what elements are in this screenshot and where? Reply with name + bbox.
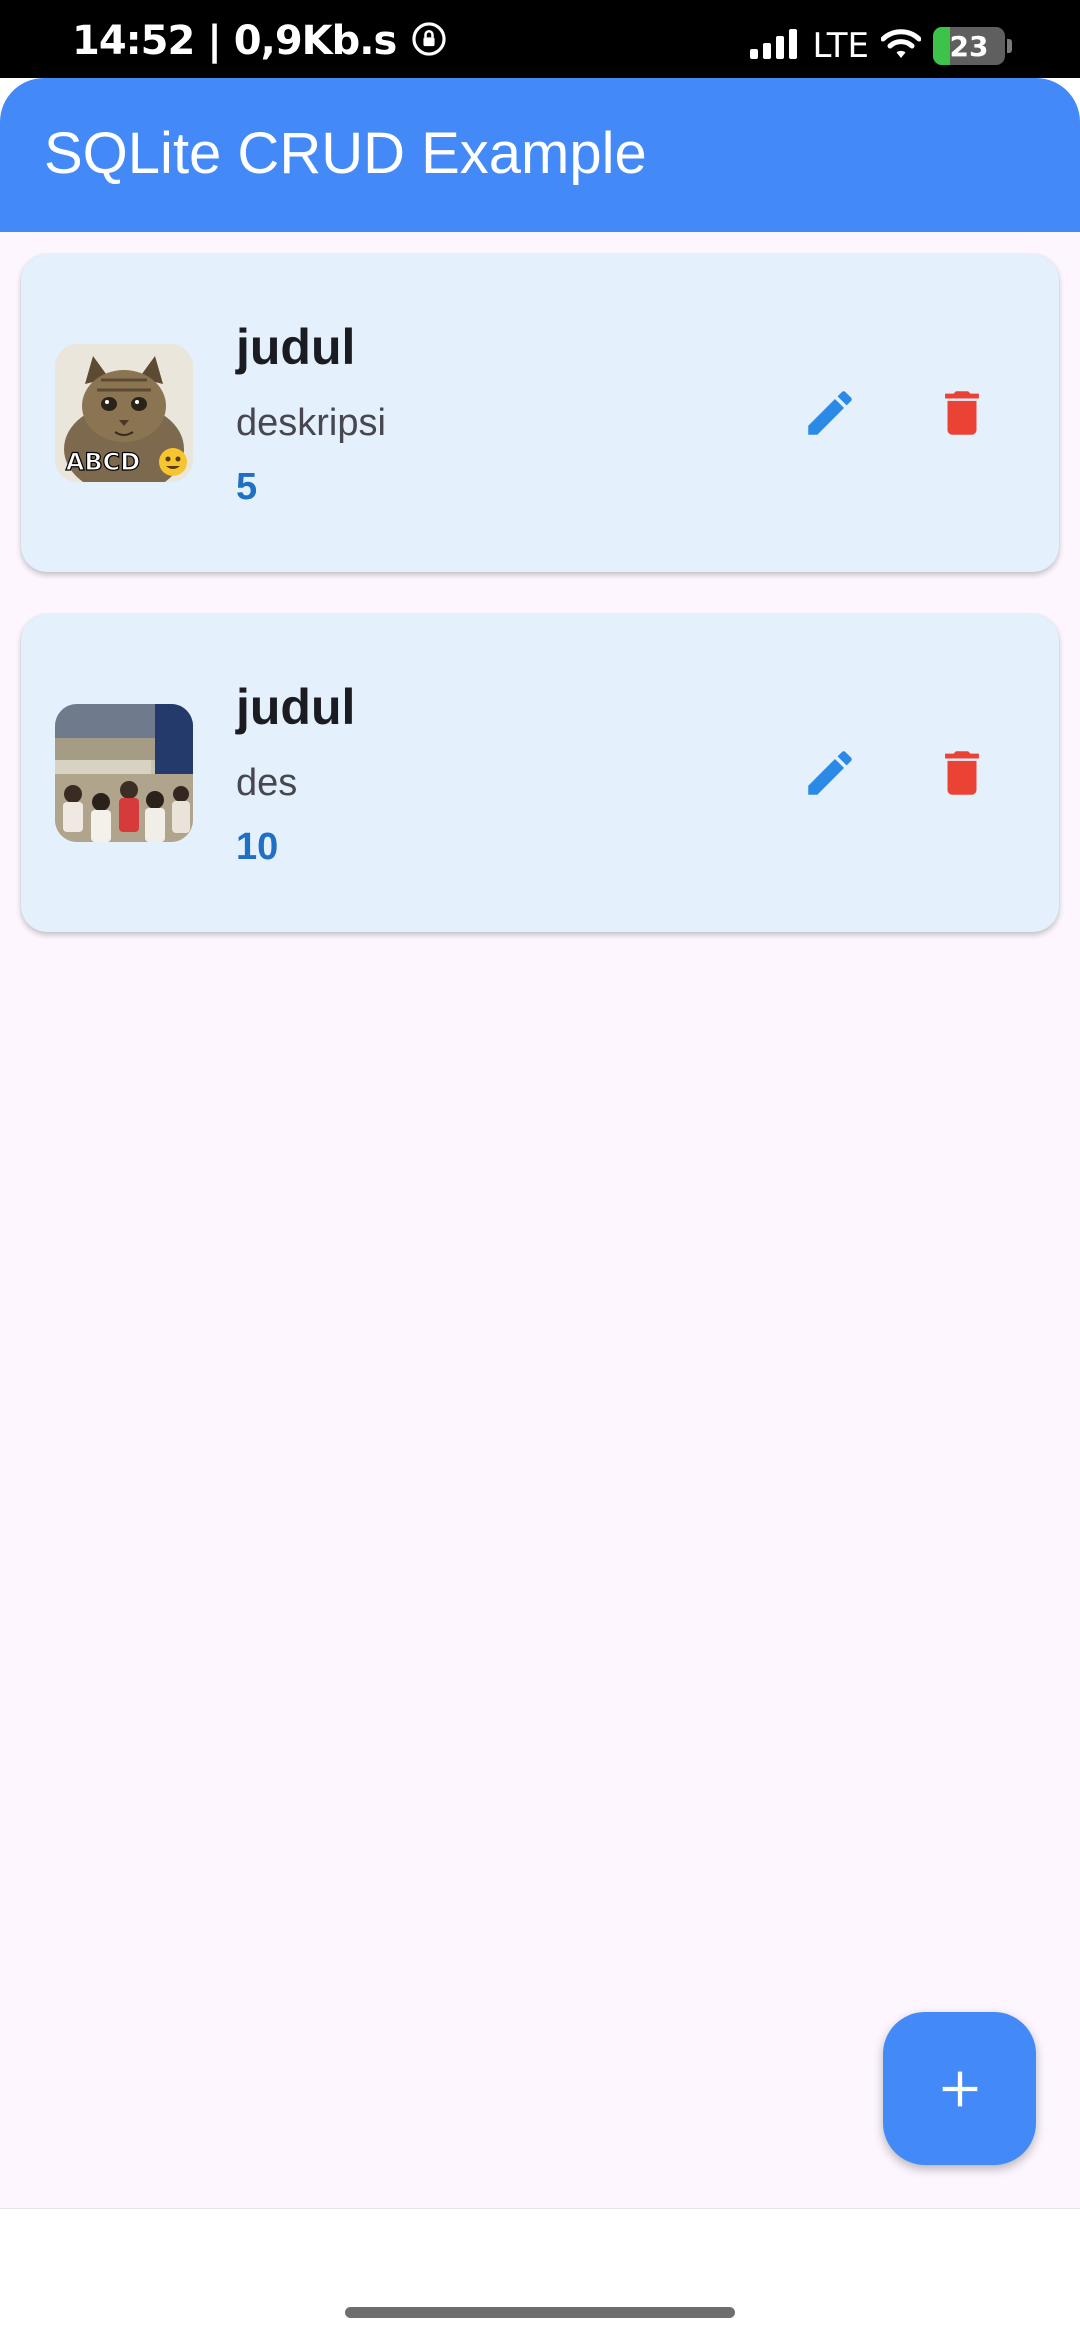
battery-indicator: 23 — [933, 27, 1005, 65]
item-thumbnail — [55, 704, 193, 842]
thumbnail-caption: ABCD — [66, 448, 140, 476]
item-quantity: 5 — [236, 466, 258, 508]
trash-icon — [945, 391, 979, 435]
item-description: deskripsi — [236, 402, 386, 444]
status-right: LTE 23 — [750, 26, 1012, 66]
pencil-icon — [808, 751, 852, 795]
list-item[interactable]: ABCD judul deskripsi 5 — [21, 254, 1059, 572]
app-bar: SQLite CRUD Example — [0, 78, 1080, 232]
wifi-icon — [880, 28, 922, 65]
signal-icon — [750, 28, 800, 64]
item-title: judul — [236, 319, 356, 375]
trash-icon — [945, 751, 979, 795]
item-thumbnail: ABCD — [55, 344, 193, 482]
item-list: ABCD judul deskripsi 5 judul des 10 — [0, 232, 1080, 2208]
add-item-button[interactable] — [883, 2012, 1036, 2165]
rotation-lock-icon — [410, 20, 448, 63]
pencil-icon — [808, 391, 852, 435]
edit-button[interactable] — [787, 370, 873, 456]
status-time: 14:52 | 0,9Kb.s — [72, 18, 397, 64]
status-bar: 14:52 | 0,9Kb.s LTE 23 — [0, 0, 1080, 78]
item-description: des — [236, 762, 298, 804]
cat-meme-image: ABCD — [55, 344, 193, 482]
list-item[interactable]: judul des 10 — [21, 614, 1059, 932]
home-indicator[interactable] — [345, 2307, 735, 2318]
edit-button[interactable] — [787, 730, 873, 816]
item-quantity: 10 — [236, 826, 279, 868]
battery-fill — [933, 27, 950, 65]
battery-level: 23 — [949, 29, 989, 63]
network-type: LTE — [812, 26, 869, 66]
app-screen: 14:52 | 0,9Kb.s LTE 23 SQLite CRUD Examp… — [0, 0, 1080, 2340]
status-left: 14:52 | 0,9Kb.s — [72, 18, 448, 64]
delete-button[interactable] — [919, 370, 1005, 456]
item-title: judul — [236, 679, 356, 735]
gesture-area — [0, 2208, 1080, 2340]
plus-icon — [942, 2071, 977, 2106]
app-title: SQLite CRUD Example — [44, 121, 647, 186]
delete-button[interactable] — [919, 730, 1005, 816]
battery-cap — [1007, 39, 1012, 53]
crowd-arena-image — [55, 704, 193, 842]
